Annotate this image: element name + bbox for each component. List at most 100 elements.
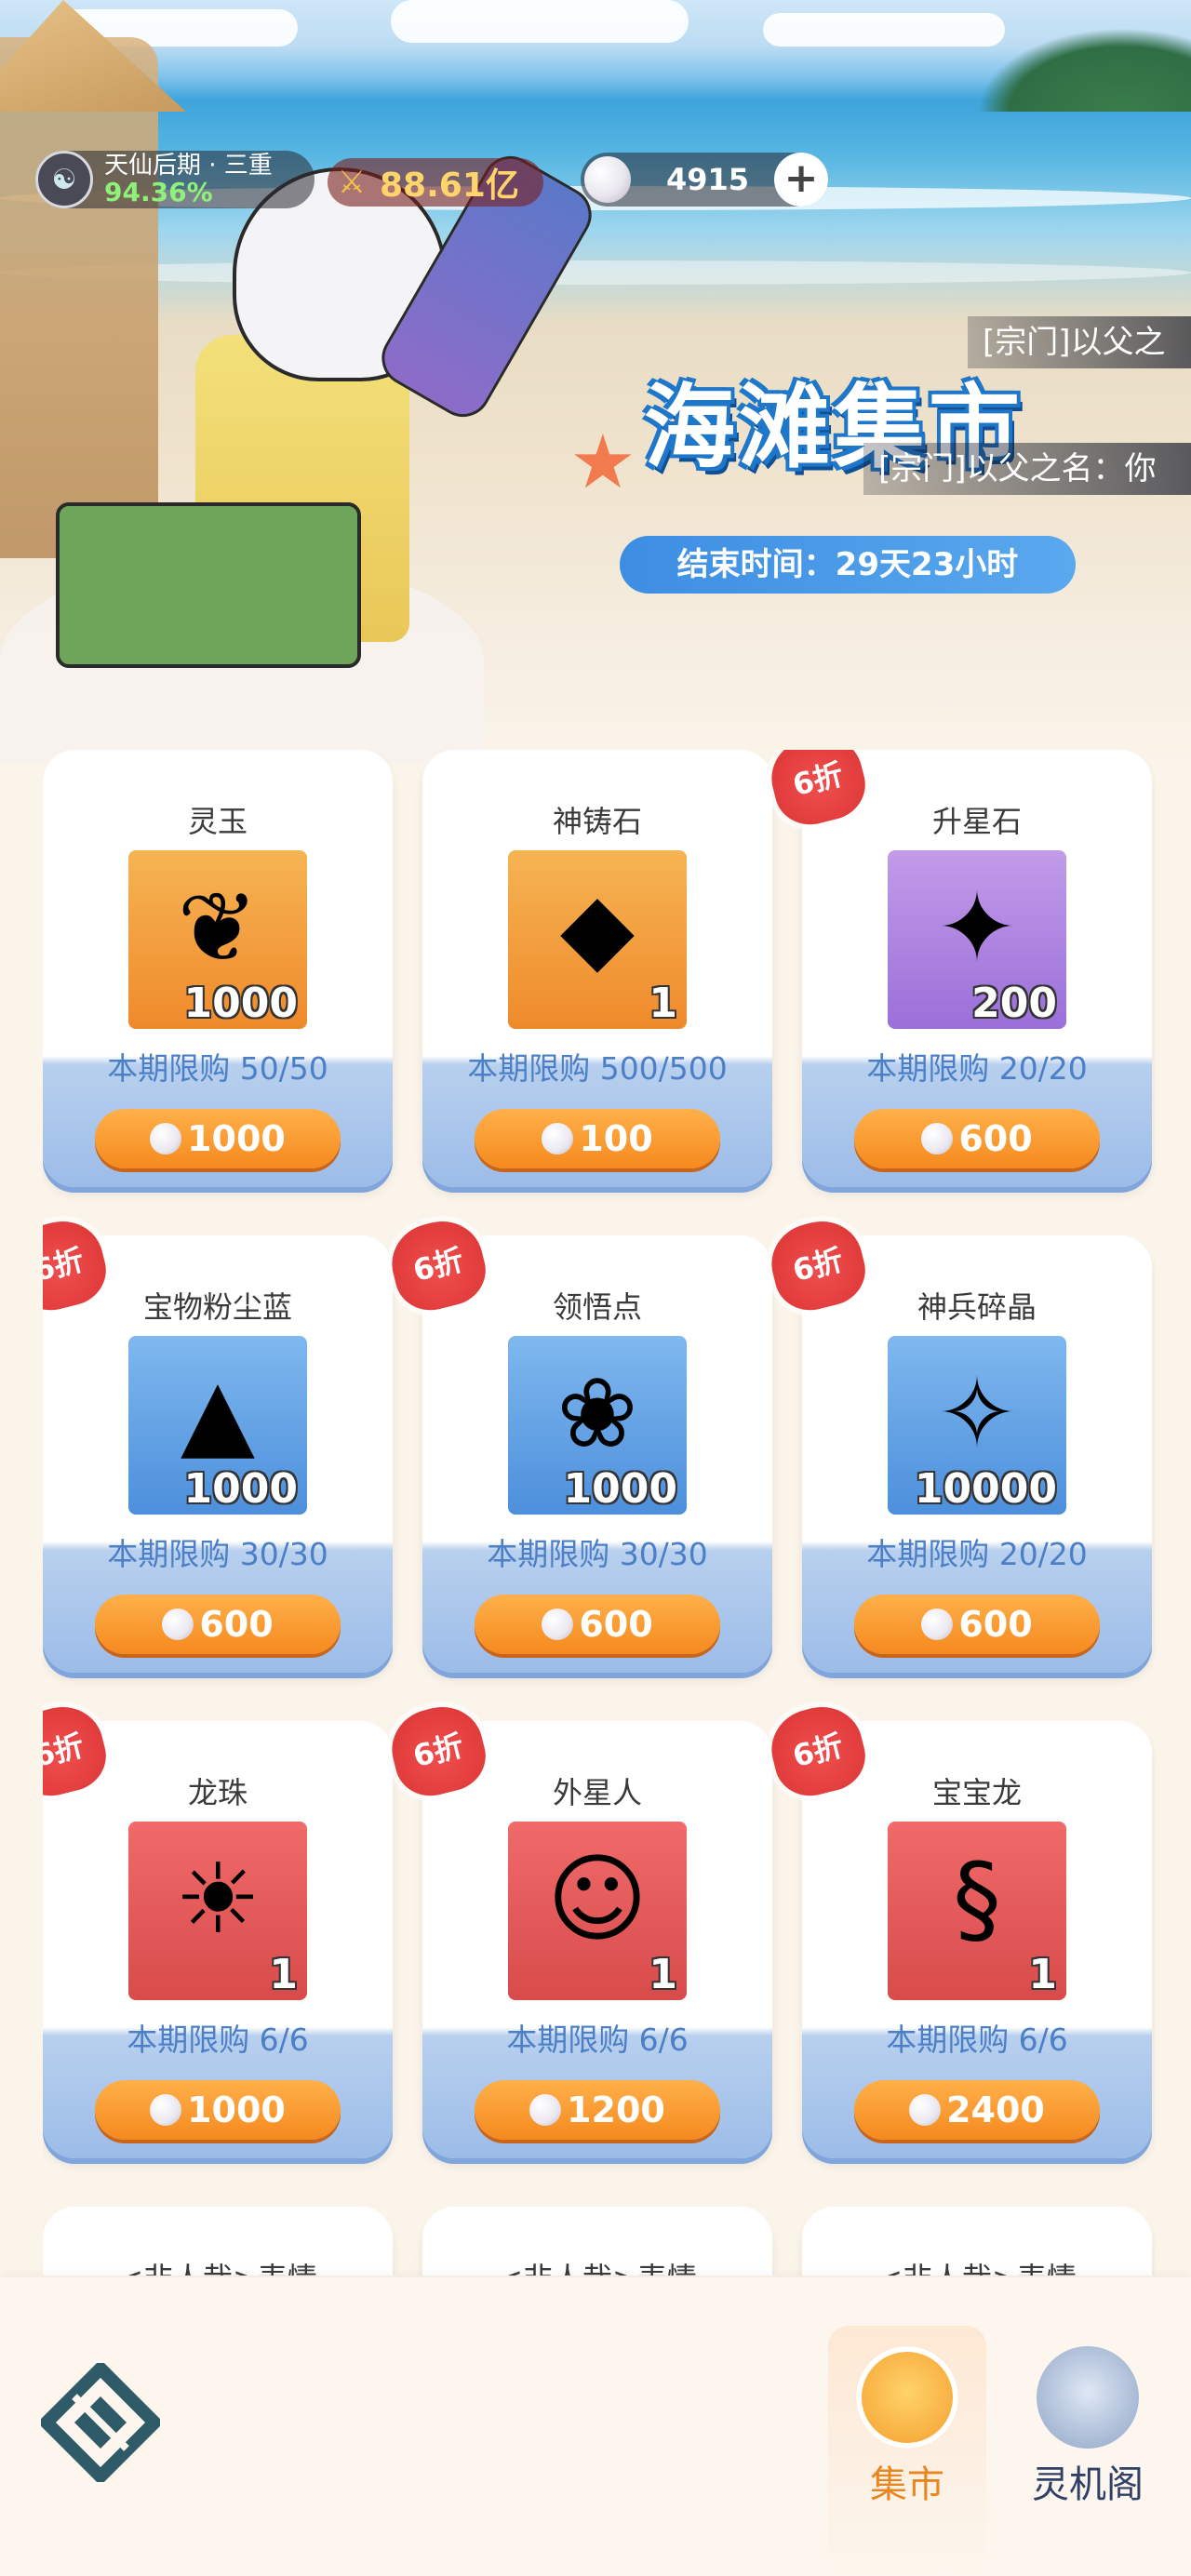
- pavilion-icon: [1037, 2346, 1139, 2449]
- item-grid: 灵玉 ❦ 1000 本期限购 50/50 1000 神铸石 ◆ 1 本期限购 5…: [43, 750, 1156, 2276]
- purchase-limit: 本期限购 20/20: [866, 1050, 1088, 1087]
- pearl-icon: [150, 2094, 182, 2126]
- item-icon-box: ☀ 1: [128, 1822, 307, 2000]
- starfish-icon: ★: [569, 419, 636, 505]
- item-quantity: 10000: [914, 1465, 1057, 1513]
- bottom-nav: 集市 灵机阁: [0, 2277, 1191, 2576]
- insight-icon: ❀: [556, 1356, 638, 1470]
- item-name: 灵玉: [187, 804, 248, 839]
- pearl-icon: [584, 156, 631, 203]
- beach-hut: [0, 37, 158, 558]
- alien-icon: ☺: [546, 1842, 649, 1955]
- item-card[interactable]: 外星人 ☺ 1 本期限购 6/6 1200 6折: [383, 1698, 772, 2158]
- star-crystal-icon: ✦: [936, 871, 1018, 984]
- item-quantity: 1: [649, 980, 677, 1027]
- tab-market[interactable]: 集市: [828, 2326, 986, 2576]
- price: 1000: [187, 2089, 286, 2130]
- item-card[interactable]: <非人哉>表情: [422, 2207, 772, 2276]
- price: 2400: [946, 2089, 1045, 2130]
- purchase-limit: 本期限购 20/20: [866, 1536, 1088, 1572]
- item-icon-box: ✦ 200: [888, 850, 1066, 1029]
- item-icon-box: ☺ 1: [508, 1822, 687, 2000]
- purchase-limit: 本期限购 30/30: [487, 1536, 708, 1572]
- buy-button[interactable]: 1000: [95, 1109, 341, 1168]
- pearl-icon: [542, 1123, 574, 1155]
- item-card[interactable]: <非人哉>表情: [43, 2207, 393, 2276]
- buy-button[interactable]: 100: [475, 1109, 720, 1168]
- pearl-icon: [150, 1123, 182, 1155]
- item-name: <非人哉>表情: [802, 2255, 1152, 2276]
- shard-icon: ✧: [936, 1356, 1018, 1470]
- cloud: [391, 0, 689, 43]
- price: 1200: [567, 2089, 665, 2130]
- item-quantity: 1: [649, 1951, 677, 1998]
- item-icon-box: ❀ 1000: [508, 1336, 687, 1515]
- item-card[interactable]: 升星石 ✦ 200 本期限购 20/20 600 6折: [763, 750, 1152, 1187]
- item-card[interactable]: 宝物粉尘蓝 ▲ 1000 本期限购 30/30 600 6折: [43, 1212, 393, 1673]
- swords-icon: ⚔: [337, 164, 367, 201]
- pearl-icon: [921, 1123, 954, 1155]
- add-pearl-button[interactable]: +: [774, 153, 828, 207]
- item-icon-box: § 1: [888, 1822, 1066, 2000]
- menu-diamond-icon[interactable]: [37, 2359, 164, 2486]
- buy-button[interactable]: 1200: [475, 2080, 720, 2140]
- price: 1000: [187, 1118, 286, 1159]
- item-card[interactable]: 神铸石 ◆ 1 本期限购 500/500 100: [422, 750, 772, 1187]
- combat-power-chip[interactable]: ⚔ 88.61亿: [328, 158, 543, 207]
- buy-button[interactable]: 2400: [854, 2080, 1100, 2140]
- purchase-limit: 本期限购 6/6: [886, 2022, 1068, 2058]
- rank-avatar-icon: ☯: [35, 151, 93, 208]
- purchase-limit: 本期限购 6/6: [127, 2022, 309, 2058]
- pearl-amount: 4915: [666, 162, 750, 197]
- buy-button[interactable]: 600: [475, 1595, 720, 1654]
- rank-title: 天仙后期 · 三重: [104, 151, 273, 180]
- island-scenery: [977, 28, 1191, 112]
- purchase-limit: 本期限购 6/6: [506, 2022, 689, 2058]
- pearl-icon: [909, 2094, 942, 2126]
- market-icon: [856, 2346, 958, 2449]
- item-quantity: 200: [971, 980, 1057, 1027]
- basket: [56, 502, 361, 668]
- baby-dragon-icon: §: [953, 1842, 1001, 1955]
- purchase-limit: 本期限购 50/50: [107, 1050, 328, 1087]
- price: 600: [958, 1604, 1033, 1645]
- price: 100: [579, 1118, 653, 1159]
- rank-progress: 94.36%: [104, 176, 213, 207]
- dragon-orb-icon: ☀: [174, 1842, 261, 1955]
- item-icon-box: ◆ 1: [508, 850, 687, 1029]
- item-card[interactable]: 灵玉 ❦ 1000 本期限购 50/50 1000: [43, 750, 393, 1187]
- tab-pavilion[interactable]: 灵机阁: [1009, 2326, 1167, 2512]
- cloud: [763, 13, 1005, 47]
- event-end-time: 结束时间：29天23小时: [620, 536, 1076, 594]
- tab-market-label: 集市: [870, 2463, 944, 2506]
- item-card[interactable]: <非人哉>表情: [802, 2207, 1152, 2276]
- pearl-currency-chip: 4915 +: [581, 153, 828, 207]
- item-card[interactable]: 领悟点 ❀ 1000 本期限购 30/30 600 6折: [383, 1212, 772, 1673]
- item-icon-box: ▲ 1000: [128, 1336, 307, 1515]
- cultivation-rank-chip[interactable]: ☯ 天仙后期 · 三重 94.36%: [35, 151, 314, 208]
- pearl-icon: [921, 1608, 954, 1640]
- crystal-icon: ◆: [560, 871, 635, 984]
- item-icon-box: ✧ 10000: [888, 1336, 1066, 1515]
- buy-button[interactable]: 600: [854, 1109, 1100, 1168]
- price: 600: [958, 1118, 1033, 1159]
- item-quantity: 1: [1028, 1951, 1057, 1998]
- item-card[interactable]: 龙珠 ☀ 1 本期限购 6/6 1000 6折: [43, 1698, 393, 2158]
- item-icon-box: ❦ 1000: [128, 850, 307, 1029]
- buy-button[interactable]: 600: [95, 1595, 341, 1654]
- item-name: 神铸石: [552, 804, 642, 839]
- buy-button[interactable]: 600: [854, 1595, 1100, 1654]
- item-card[interactable]: 宝宝龙 § 1 本期限购 6/6 2400 6折: [763, 1698, 1152, 2158]
- item-name: <非人哉>表情: [422, 2255, 772, 2276]
- buy-button[interactable]: 1000: [95, 2080, 341, 2140]
- price: 600: [579, 1604, 653, 1645]
- pearl-icon: [542, 1608, 574, 1640]
- wave: [0, 260, 1191, 285]
- pearl-icon: [529, 2094, 562, 2126]
- item-card[interactable]: 神兵碎晶 ✧ 10000 本期限购 20/20 600 6折: [763, 1212, 1152, 1673]
- tab-pavilion-label: 灵机阁: [1032, 2463, 1144, 2506]
- item-name: <非人哉>表情: [43, 2255, 393, 2276]
- purchase-limit: 本期限购 500/500: [467, 1050, 728, 1087]
- dust-icon: ▲: [181, 1356, 255, 1470]
- item-quantity: 1000: [183, 1465, 298, 1513]
